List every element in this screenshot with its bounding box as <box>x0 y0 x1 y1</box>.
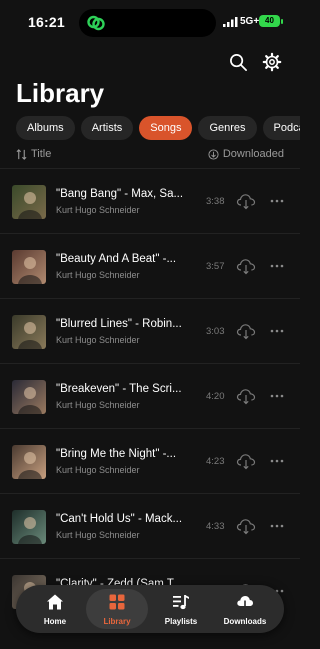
song-duration: 4:33 <box>206 521 225 532</box>
song-row[interactable]: "Bang Bang" - Max, Sa... Kurt Hugo Schnei… <box>0 168 300 233</box>
song-duration: 4:20 <box>206 391 225 402</box>
dynamic-island <box>79 9 216 37</box>
more-options-icon[interactable] <box>270 264 284 268</box>
nav-downloads[interactable]: Downloads <box>214 589 276 629</box>
album-art-figure <box>18 192 42 219</box>
nav-home[interactable]: Home <box>24 589 86 629</box>
album-art <box>12 185 46 219</box>
downloads-icon <box>237 596 253 611</box>
song-title: "Beauty And A Beat" -... <box>56 253 177 265</box>
more-options-icon[interactable] <box>270 329 284 333</box>
more-options-icon[interactable] <box>270 199 284 203</box>
song-duration: 3:38 <box>206 196 225 207</box>
link-app-icon <box>87 15 105 31</box>
song-artist: Kurt Hugo Schneider <box>56 270 140 280</box>
album-art-figure <box>18 257 42 284</box>
downloaded-label: Downloaded <box>222 148 284 160</box>
download-cloud-icon[interactable] <box>236 387 256 405</box>
nav-home-label: Home <box>43 617 67 626</box>
nav-playlists-label: Playlists <box>164 617 198 626</box>
signal-icon <box>223 17 238 27</box>
downloaded-filter-button[interactable]: Downloaded <box>208 148 284 160</box>
tab-artists[interactable]: Artists <box>80 116 134 140</box>
download-cloud-icon[interactable] <box>236 322 256 340</box>
album-art <box>12 380 46 414</box>
library-icon <box>109 594 125 610</box>
nav-library-label: Library <box>103 617 131 626</box>
tab-podcasts[interactable]: Podcasts <box>262 116 300 140</box>
song-title: "Can't Hold Us" - Mack... <box>56 513 183 525</box>
download-cloud-icon[interactable] <box>236 257 256 275</box>
search-button[interactable] <box>228 52 248 72</box>
status-bar: 16:21 5G+ 40 <box>0 0 300 44</box>
song-row[interactable]: "Can't Hold Us" - Mack... Kurt Hugo Schne… <box>0 493 300 558</box>
tab-genres[interactable]: Genres <box>198 116 257 140</box>
album-art-figure <box>18 452 42 479</box>
nav-downloads-label: Downloads <box>223 617 267 626</box>
tab-albums[interactable]: Albums <box>16 116 75 140</box>
song-title: "Bang Bang" - Max, Sa... <box>56 188 184 200</box>
library-tabs: Albums Artists Songs Genres Podcasts <box>16 116 300 140</box>
more-options-icon[interactable] <box>270 394 284 398</box>
song-row[interactable]: "Bring Me the Night" -... Kurt Hugo Schne… <box>0 428 300 493</box>
download-cloud-icon[interactable] <box>236 192 256 210</box>
album-art <box>12 315 46 349</box>
album-art-figure <box>18 387 42 414</box>
album-art-figure <box>18 322 42 349</box>
sort-button[interactable]: Title <box>16 148 51 160</box>
playlists-icon <box>173 595 189 610</box>
gear-icon <box>262 52 282 72</box>
settings-button[interactable] <box>262 52 282 72</box>
page-title: Library <box>16 78 105 108</box>
download-cloud-icon[interactable] <box>236 452 256 470</box>
song-artist: Kurt Hugo Schneider <box>56 465 140 475</box>
download-cloud-icon[interactable] <box>236 517 256 535</box>
album-art-figure <box>18 517 42 544</box>
status-time: 16:21 <box>28 14 65 30</box>
song-artist: Kurt Hugo Schneider <box>56 205 140 215</box>
song-artist: Kurt Hugo Schneider <box>56 400 140 410</box>
song-row[interactable]: "Blurred Lines" - Robin... Kurt Hugo Schn… <box>0 298 300 363</box>
sort-bar: Title Downloaded <box>16 148 284 162</box>
song-title: "Breakeven" - The Scri... <box>56 383 182 395</box>
nav-playlists[interactable]: Playlists <box>150 589 212 629</box>
song-artist: Kurt Hugo Schneider <box>56 335 140 345</box>
battery-cap <box>281 19 283 24</box>
song-title: "Blurred Lines" - Robin... <box>56 318 182 330</box>
sort-icon <box>16 148 27 160</box>
battery-indicator: 40 <box>259 15 280 27</box>
song-title: "Bring Me the Night" -... <box>56 448 177 460</box>
more-options-icon[interactable] <box>270 459 284 463</box>
download-circle-icon <box>208 148 219 160</box>
song-list: "Bang Bang" - Max, Sa... Kurt Hugo Schnei… <box>0 168 300 623</box>
song-duration: 3:57 <box>206 261 225 272</box>
song-row[interactable]: "Breakeven" - The Scri... Kurt Hugo Schne… <box>0 363 300 428</box>
tab-songs[interactable]: Songs <box>139 116 193 140</box>
header-actions <box>228 52 282 72</box>
song-artist: Kurt Hugo Schneider <box>56 530 140 540</box>
more-options-icon[interactable] <box>270 524 284 528</box>
song-duration: 4:23 <box>206 456 225 467</box>
song-duration: 3:03 <box>206 326 225 337</box>
album-art <box>12 445 46 479</box>
nav-library[interactable]: Library <box>86 589 148 629</box>
song-row[interactable]: "Beauty And A Beat" -... Kurt Hugo Schnei… <box>0 233 300 298</box>
network-type: 5G+ <box>240 16 260 27</box>
album-art <box>12 510 46 544</box>
sort-label: Title <box>31 148 52 160</box>
bottom-navigation: Home Library Playlists Downloads <box>16 585 284 633</box>
home-icon <box>47 594 63 610</box>
album-art <box>12 250 46 284</box>
search-icon <box>229 53 247 71</box>
